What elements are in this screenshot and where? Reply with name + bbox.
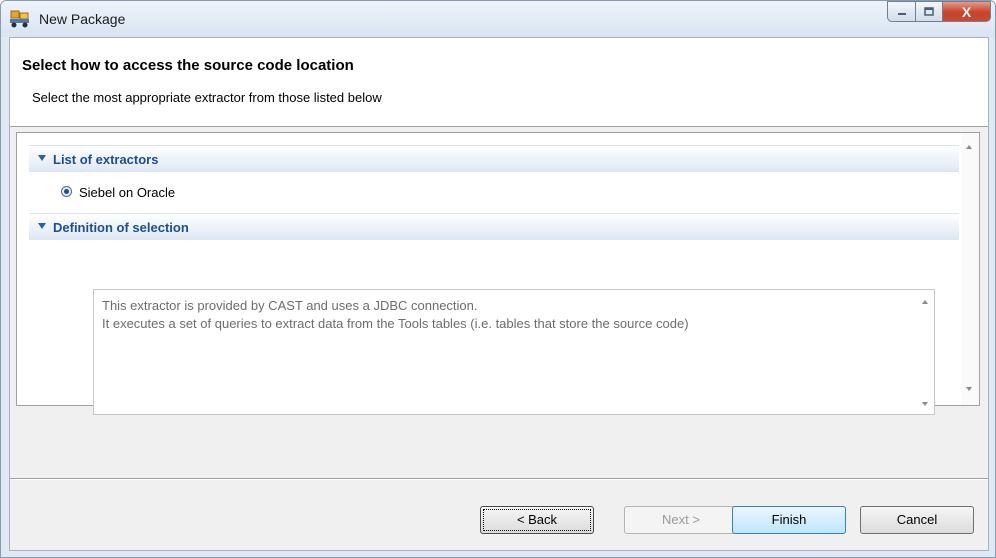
next-button[interactable]: Next > bbox=[624, 506, 738, 534]
maximize-button[interactable] bbox=[915, 1, 943, 22]
definition-line: It executes a set of queries to extract … bbox=[102, 316, 689, 331]
section-list-of-extractors[interactable]: List of extractors bbox=[29, 145, 959, 172]
window-controls: X bbox=[887, 1, 991, 23]
section-label: List of extractors bbox=[53, 152, 159, 167]
close-icon: X bbox=[961, 3, 972, 20]
radio-selected-icon[interactable] bbox=[61, 186, 72, 197]
collapse-triangle-icon[interactable] bbox=[38, 155, 46, 161]
back-button[interactable]: < Back bbox=[480, 506, 594, 534]
wizard-body: Select how to access the source code loc… bbox=[9, 37, 989, 551]
finish-button[interactable]: Finish bbox=[732, 506, 846, 534]
page-title: Select how to access the source code loc… bbox=[22, 57, 354, 74]
scroll-up-arrow-icon[interactable] bbox=[966, 145, 972, 149]
window-title: New Package bbox=[39, 11, 126, 27]
scroll-down-arrow-icon[interactable] bbox=[922, 402, 928, 406]
minimize-icon bbox=[897, 12, 906, 15]
close-button[interactable]: X bbox=[943, 1, 991, 22]
section-definition-of-selection[interactable]: Definition of selection bbox=[29, 213, 959, 240]
definition-line: This extractor is provided by CAST and u… bbox=[102, 298, 478, 313]
new-package-window: New Package X Select how to access the s… bbox=[0, 0, 996, 558]
section-label: Definition of selection bbox=[53, 220, 189, 235]
minimize-button[interactable] bbox=[887, 1, 915, 22]
cancel-button[interactable]: Cancel bbox=[860, 506, 974, 534]
definition-textarea[interactable]: This extractor is provided by CAST and u… bbox=[93, 289, 935, 415]
title-bar[interactable]: New Package X bbox=[1, 1, 995, 37]
collapse-triangle-icon[interactable] bbox=[38, 223, 46, 229]
content-scrollbar[interactable] bbox=[961, 133, 979, 405]
wizard-header: Select how to access the source code loc… bbox=[10, 38, 988, 127]
button-bar-separator bbox=[10, 478, 988, 480]
textarea-scrollbar[interactable] bbox=[917, 290, 934, 414]
content-panel[interactable]: List of extractors Siebel on Oracle Defi… bbox=[16, 132, 980, 415]
scroll-up-arrow-icon[interactable] bbox=[922, 300, 928, 304]
page-subtitle: Select the most appropriate extractor fr… bbox=[32, 90, 382, 105]
maximize-icon bbox=[924, 6, 934, 16]
scroll-down-arrow-icon[interactable] bbox=[966, 387, 972, 391]
extractor-option-label[interactable]: Siebel on Oracle bbox=[79, 185, 175, 200]
package-app-icon bbox=[10, 10, 29, 28]
